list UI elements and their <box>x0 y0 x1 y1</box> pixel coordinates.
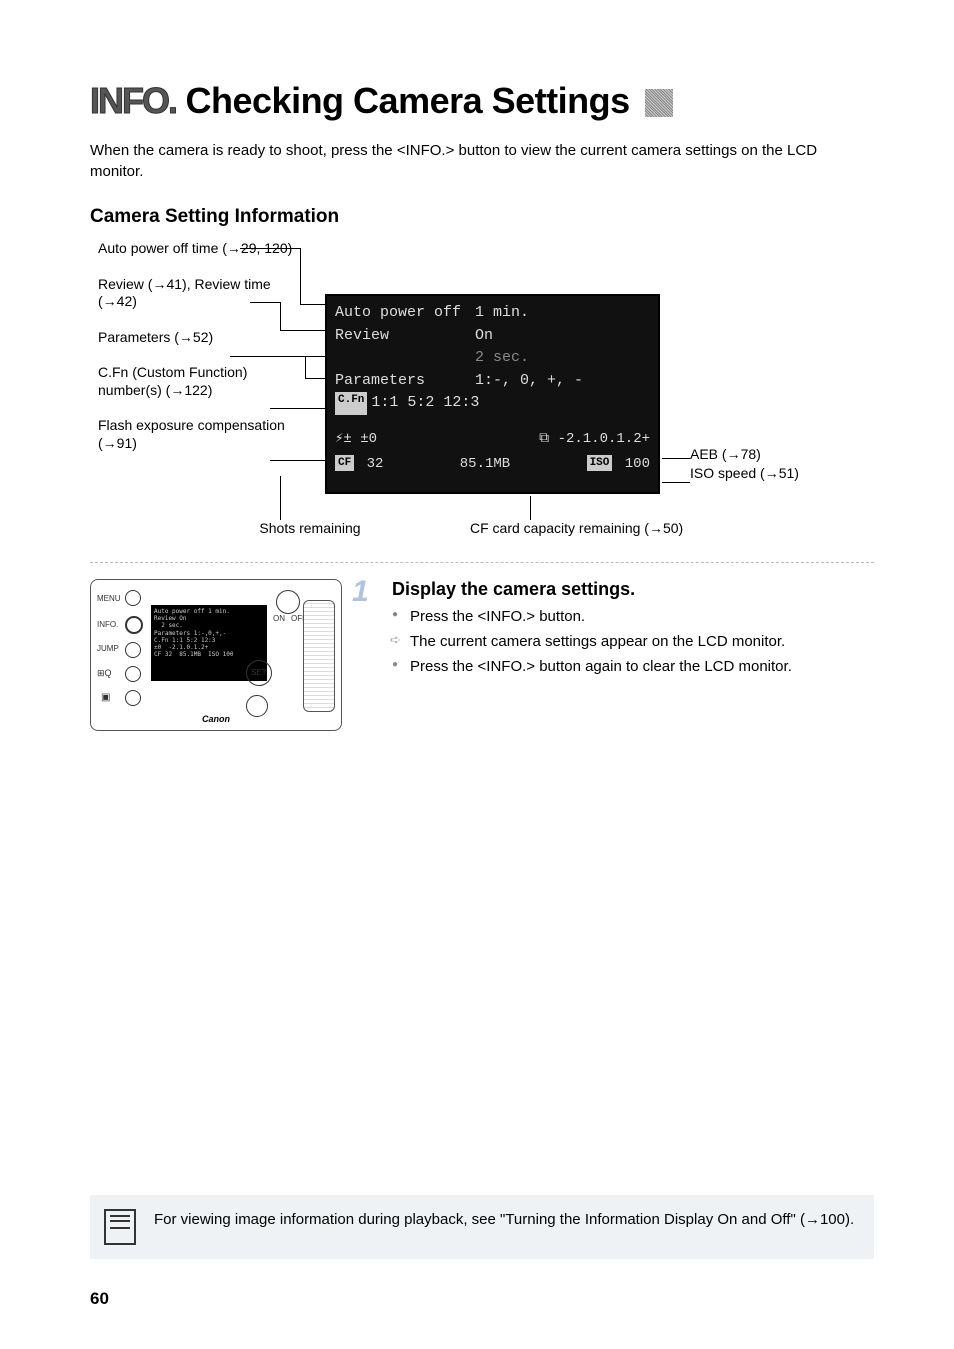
callout-flash: Flash exposure compensation (→91) <box>98 417 308 452</box>
screen-label-autopoweroff: Auto power off <box>335 302 475 325</box>
step-instructions: 1 Display the camera settings. Press the… <box>392 579 792 731</box>
title-ornament-icon <box>645 89 673 117</box>
title-main: Checking Camera Settings <box>186 80 630 121</box>
screen-value-review: On <box>475 325 650 348</box>
leader-line <box>230 356 325 357</box>
flash-icon: ⚡± <box>335 431 352 447</box>
callout-iso: ISO speed (→51) <box>690 464 799 483</box>
callout-cfn: C.Fn (Custom Function) number(s) (→122) <box>98 364 308 399</box>
note-icon <box>104 1209 136 1245</box>
intro-paragraph: When the camera is ready to shoot, press… <box>90 140 874 182</box>
leader-line <box>280 330 325 331</box>
step-block: MENU INFO. JUMP ⊞Q ▣ Auto power off 1 mi… <box>90 562 874 731</box>
screen-value-reviewtime: 2 sec. <box>475 347 650 370</box>
leader-line <box>250 302 280 303</box>
camera-illustration: MENU INFO. JUMP ⊞Q ▣ Auto power off 1 mi… <box>90 579 342 731</box>
zoom-button-label: ⊞Q <box>97 668 112 679</box>
leader-line <box>300 304 325 305</box>
bottom-callouts: Shots remaining CF card capacity remaini… <box>190 520 790 536</box>
menu-button-icon <box>125 590 141 606</box>
lcd-screen: Auto power off 1 min. Review On 2 sec. P… <box>325 294 660 494</box>
page-title: INFO. Checking Camera Settings <box>90 80 874 122</box>
screen-label-parameters: Parameters <box>335 370 475 393</box>
leader-line <box>530 496 531 520</box>
right-callouts: AEB (→78) ISO speed (→51) <box>690 445 799 483</box>
screen-value-cfn: 1:1 5:2 12:3 <box>371 392 479 415</box>
step-item: The current camera settings appear on th… <box>392 631 792 652</box>
screen-value-capacity: 85.1MB <box>460 454 510 475</box>
step-list: Press the <INFO.> button. The current ca… <box>392 606 792 677</box>
step-title: Display the camera settings. <box>392 579 792 600</box>
title-prefix: INFO. <box>90 80 176 121</box>
cf-card-icon: CF <box>335 455 354 472</box>
leader-line <box>270 408 325 409</box>
aeb-icon: ⧉ <box>539 431 549 447</box>
play-button-icon <box>125 690 141 706</box>
screen-value-aeb: -2.1.0.1.2+ <box>558 431 650 447</box>
left-callouts: Auto power off time (→29, 120) Review (→… <box>98 240 308 470</box>
screen-value-autopoweroff: 1 min. <box>475 302 650 325</box>
info-button-icon <box>125 616 143 634</box>
leader-line <box>300 248 301 304</box>
screen-label-review: Review <box>335 325 475 348</box>
callout-aeb: AEB (→78) <box>690 445 799 464</box>
jump-button-icon <box>125 642 141 658</box>
leader-line <box>270 460 325 461</box>
callout-review: Review (→41), Review time (→42) <box>98 276 308 311</box>
nav-dial-icon <box>246 695 268 717</box>
leader-line <box>280 302 281 330</box>
leader-line <box>305 378 325 379</box>
on-label: ON <box>273 614 285 623</box>
canon-logo: Canon <box>202 714 230 724</box>
screen-value-iso: 100 <box>625 456 650 472</box>
callout-shots-remaining: Shots remaining <box>210 520 410 536</box>
note-text: For viewing image information during pla… <box>154 1209 854 1230</box>
iso-icon: ISO <box>587 455 613 472</box>
screen-cfn-icon: C.Fn <box>335 392 367 415</box>
leader-line <box>280 476 281 520</box>
leader-line <box>662 458 690 459</box>
leader-line <box>240 248 300 249</box>
callout-capacity: CF card capacity remaining (→50) <box>470 520 683 536</box>
power-dial-icon <box>276 590 300 614</box>
leader-line <box>662 482 690 483</box>
set-button-label: SET <box>251 668 267 677</box>
settings-diagram: Auto power off time (→29, 120) Review (→… <box>90 240 870 550</box>
callout-parameters: Parameters (→52) <box>98 329 308 347</box>
step-item: Press the <INFO.> button. <box>392 606 792 627</box>
section-heading: Camera Setting Information <box>90 206 874 228</box>
screen-value-parameters: 1:-, 0, +, - <box>475 370 650 393</box>
zoom-button-icon <box>125 666 141 682</box>
screen-value-flash: ±0 <box>360 431 377 447</box>
jump-button-label: JUMP <box>97 644 119 653</box>
leader-line <box>305 356 306 378</box>
screen-value-shots: 32 <box>367 456 384 472</box>
camera-grip <box>303 600 335 712</box>
note-box: For viewing image information during pla… <box>90 1195 874 1259</box>
step-item: Press the <INFO.> button again to clear … <box>392 656 792 677</box>
step-number: 1 <box>352 575 369 609</box>
menu-button-label: MENU <box>97 594 121 603</box>
info-button-label: INFO. <box>97 620 118 629</box>
page-number: 60 <box>90 1289 109 1309</box>
play-button-label: ▣ <box>101 692 110 703</box>
